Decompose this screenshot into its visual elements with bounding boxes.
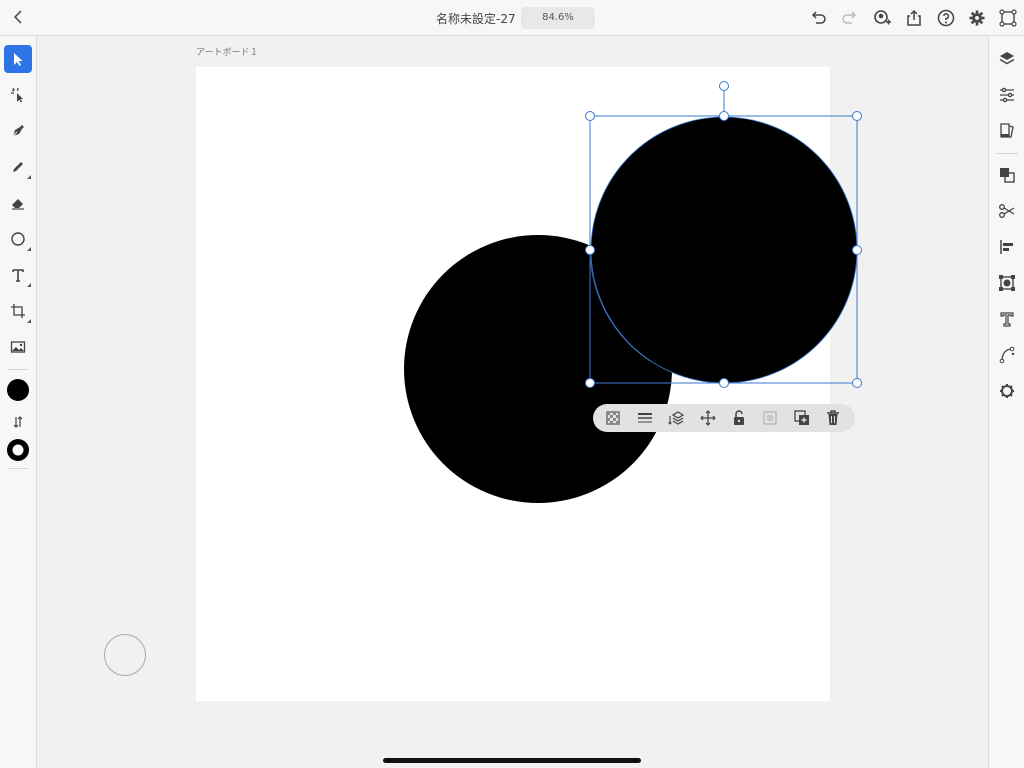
canvas-objects	[404, 81, 862, 503]
stroke-weight-button[interactable]	[635, 408, 655, 428]
resize-handle[interactable]	[585, 245, 595, 255]
mask-image-icon	[763, 411, 777, 425]
touch-modifier-button[interactable]	[104, 634, 146, 676]
delete-button[interactable]	[823, 408, 843, 428]
lines-icon	[638, 413, 652, 423]
home-indicator[interactable]	[383, 758, 641, 763]
lock-button[interactable]	[729, 408, 749, 428]
rotation-handle[interactable]	[719, 81, 729, 91]
mask-button[interactable]	[760, 408, 780, 428]
resize-handle[interactable]	[852, 111, 862, 121]
context-toolbar	[593, 404, 855, 432]
duplicate-button[interactable]	[792, 408, 812, 428]
move-arrows-icon	[700, 410, 716, 426]
fill-none-button[interactable]	[603, 408, 623, 428]
resize-handle[interactable]	[852, 378, 862, 388]
resize-handle[interactable]	[719, 378, 729, 388]
move-button[interactable]	[698, 408, 718, 428]
circle-shape-selected[interactable]	[590, 116, 858, 384]
duplicate-icon	[794, 410, 809, 425]
trash-icon	[827, 410, 839, 425]
arrange-button[interactable]	[667, 408, 687, 428]
unlock-icon	[734, 410, 744, 425]
arrange-layers-icon	[668, 411, 685, 425]
resize-handle[interactable]	[852, 245, 862, 255]
transparency-grid-icon	[606, 411, 620, 425]
resize-handle[interactable]	[585, 111, 595, 121]
resize-handle[interactable]	[585, 378, 595, 388]
resize-handle[interactable]	[719, 111, 729, 121]
